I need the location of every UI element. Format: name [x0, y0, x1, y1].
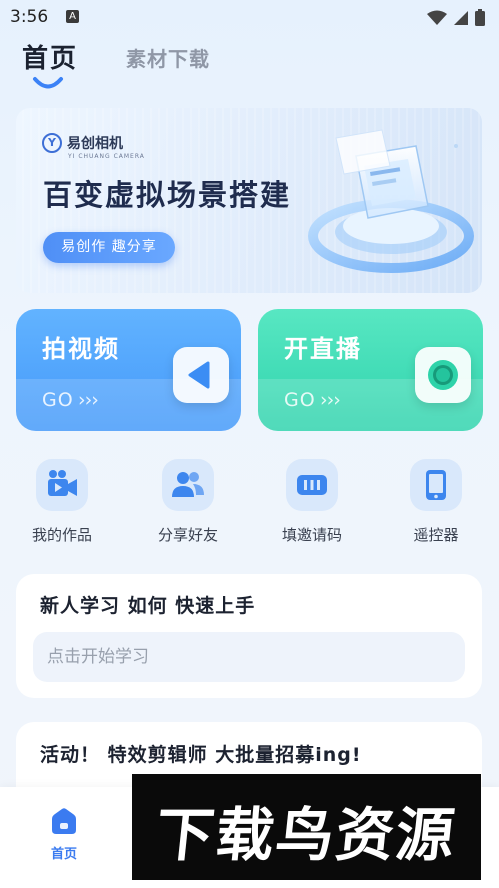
- banner-title: 百变虚拟场景搭建: [43, 178, 292, 212]
- nav-home[interactable]: 首页: [36, 805, 92, 862]
- watermark-text: 下载鸟资源: [152, 801, 460, 869]
- start-live-card[interactable]: 开直播 GO ›››: [258, 309, 483, 431]
- watermark-overlay: 下载鸟资源: [132, 774, 481, 880]
- shoot-video-card[interactable]: 拍视频 GO ›››: [16, 309, 241, 431]
- users-icon: [162, 459, 214, 511]
- wifi-icon: [427, 10, 447, 25]
- video-camera-icon: [36, 459, 88, 511]
- status-icons: [427, 9, 485, 26]
- chevrons-icon: ›››: [320, 389, 341, 411]
- learn-title: 新人学习 如何 快速上手: [40, 595, 256, 617]
- quick-invite-code-label: 填邀请码: [281, 526, 342, 544]
- tab-material-download[interactable]: 素材下载: [126, 43, 210, 72]
- activity-title: 活动！ 特效剪辑师 大批量招募ing!: [40, 744, 362, 766]
- chevrons-icon: ›››: [78, 389, 99, 411]
- brand-subtitle: YI CHUANG CAMERA: [68, 153, 145, 160]
- quick-my-works[interactable]: 我的作品: [16, 459, 108, 549]
- home-icon: [48, 805, 80, 837]
- start-learning-field[interactable]: 点击开始学习: [33, 632, 465, 682]
- quick-remote-control[interactable]: 遥控器: [390, 459, 482, 549]
- signal-icon: [454, 10, 468, 25]
- battery-icon: [475, 9, 485, 26]
- tab-home[interactable]: 首页: [22, 38, 78, 75]
- virtual-scene-illustration: [308, 129, 474, 273]
- status-bar: 3:56 A: [0, 0, 499, 34]
- quick-invite-code[interactable]: 填邀请码: [266, 459, 358, 549]
- start-live-title: 开直播: [284, 335, 362, 363]
- logo-mark-icon: Y: [42, 133, 62, 153]
- play-icon: [173, 347, 229, 403]
- status-time: 3:56: [10, 7, 49, 27]
- tab-smile-indicator: [33, 77, 63, 89]
- shoot-video-title: 拍视频: [42, 335, 120, 363]
- quick-share-friends-label: 分享好友: [157, 526, 218, 544]
- shoot-video-go: GO: [42, 389, 74, 411]
- brand-logo: Y 易创相机: [42, 133, 123, 153]
- phone-remote-icon: [410, 459, 462, 511]
- start-live-go: GO: [284, 389, 316, 411]
- nav-home-label: 首页: [50, 847, 77, 862]
- brand-name: 易创相机: [67, 136, 123, 152]
- banner-create-button[interactable]: 易创作 趣分享: [43, 232, 175, 263]
- notification-icon: A: [66, 10, 79, 23]
- quick-my-works-label: 我的作品: [31, 526, 92, 544]
- promo-banner[interactable]: Y 易创相机 YI CHUANG CAMERA 百变虚拟场景搭建 易创作 趣分享: [16, 108, 482, 293]
- code-icon: [286, 459, 338, 511]
- quick-share-friends[interactable]: 分享好友: [142, 459, 234, 549]
- learn-card: 新人学习 如何 快速上手 点击开始学习: [16, 574, 482, 698]
- top-tabs: 首页 素材下载: [0, 34, 499, 96]
- quick-remote-control-label: 遥控器: [413, 526, 459, 544]
- record-icon: [415, 347, 471, 403]
